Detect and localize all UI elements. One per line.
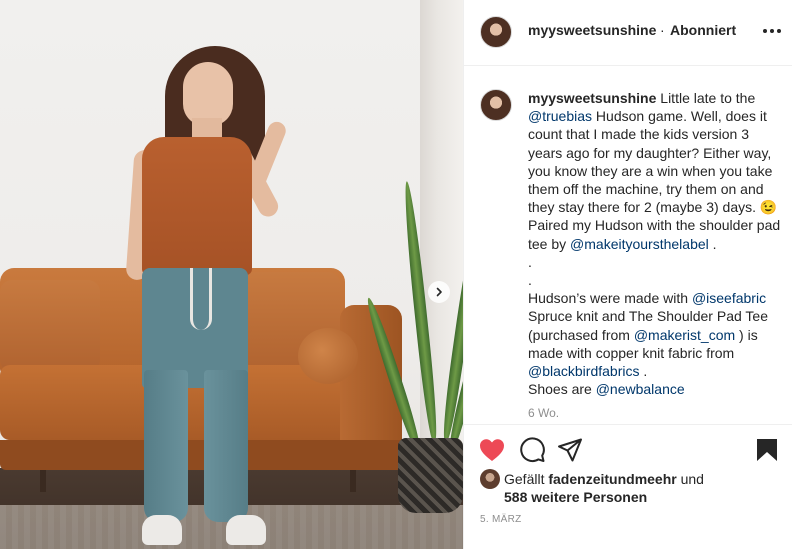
share-icon: [558, 438, 582, 462]
comment-button[interactable]: [518, 436, 546, 464]
action-bar: Gefällt fadenzeitundmeehr und 588 weiter…: [464, 424, 792, 549]
like-button[interactable]: [478, 436, 506, 464]
mention-link[interactable]: @blackbirdfabrics: [528, 363, 639, 379]
author-username[interactable]: myysweetsunshine: [528, 22, 656, 38]
follow-status-button[interactable]: Abonniert: [670, 22, 736, 38]
mention-link[interactable]: @makerist_com: [634, 327, 735, 343]
caption-text: Hudson game. Well, does it count that I …: [528, 108, 781, 252]
mention-link[interactable]: @truebias: [528, 108, 592, 124]
caption-shoes-line: Shoes are @newbalance: [528, 380, 784, 398]
sofa-base: [0, 440, 402, 470]
caption-author-avatar[interactable]: [480, 89, 512, 121]
separator-dot: ·: [660, 22, 665, 38]
sofa-bolster-pillow: [298, 328, 358, 384]
mention-link[interactable]: @iseefabric: [692, 290, 766, 306]
bookmark-icon: [757, 439, 777, 461]
others-liked-link[interactable]: 588 weitere Personen: [504, 489, 647, 505]
caption-dot-line: .: [528, 253, 532, 270]
author-avatar[interactable]: [480, 16, 512, 48]
caption-username[interactable]: myysweetsunshine: [528, 90, 656, 106]
caption-dot-line: .: [528, 272, 532, 289]
drawstring: [190, 268, 212, 330]
post-caption: myysweetsunshine Little late to the @tru…: [528, 89, 784, 398]
copper-top: [142, 137, 252, 275]
pant-leg-right: [204, 370, 248, 522]
post-time-ago[interactable]: 6 Wo.: [528, 406, 559, 420]
caption-text: Little late to the: [656, 90, 756, 106]
likes-connector: und: [676, 471, 704, 487]
mention-link[interactable]: @makeityoursthelabel: [570, 236, 709, 252]
save-button[interactable]: [754, 436, 780, 464]
post-details-panel: myysweetsunshine · Abonniert myysweetsun…: [463, 0, 792, 549]
post-photo[interactable]: [0, 0, 463, 549]
caption-text: .: [639, 363, 648, 380]
likes-text: Gefällt fadenzeitundmeehr und 588 weiter…: [504, 470, 764, 506]
more-options-icon: [777, 29, 781, 33]
post-header: myysweetsunshine · Abonniert: [464, 0, 792, 66]
caption-text: .: [708, 235, 717, 252]
more-options-icon: [770, 29, 774, 33]
comment-icon: [520, 437, 545, 463]
liked-by-username[interactable]: fadenzeitundmeehr: [548, 471, 676, 487]
caption-text: Shoes are: [528, 381, 596, 398]
post-date: 5. MÄRZ: [480, 514, 522, 525]
caption-text: Hudson’s were made with: [528, 290, 692, 307]
sofa-leg: [40, 470, 46, 492]
pant-leg-left: [144, 370, 188, 522]
mention-link[interactable]: @newbalance: [596, 381, 685, 397]
likes-prefix: Gefällt: [504, 471, 549, 487]
sofa-leg: [350, 470, 356, 492]
heart-icon: [480, 439, 504, 461]
caption-paragraph-1: myysweetsunshine Little late to the @tru…: [528, 89, 784, 253]
more-options-icon: [763, 29, 767, 33]
sneaker-right: [226, 515, 266, 545]
plant-pot: [398, 438, 463, 513]
more-options-button[interactable]: [760, 21, 784, 41]
chevron-right-icon: [436, 287, 442, 297]
person-face: [183, 62, 233, 126]
liker-avatar[interactable]: [480, 469, 500, 489]
sofa-cushion-left: [0, 280, 100, 372]
caption-paragraph-2: Hudson’s were made with @iseefabric Spru…: [528, 289, 784, 380]
share-button[interactable]: [556, 436, 584, 464]
sneaker-left: [142, 515, 182, 545]
next-image-button[interactable]: [428, 281, 450, 303]
